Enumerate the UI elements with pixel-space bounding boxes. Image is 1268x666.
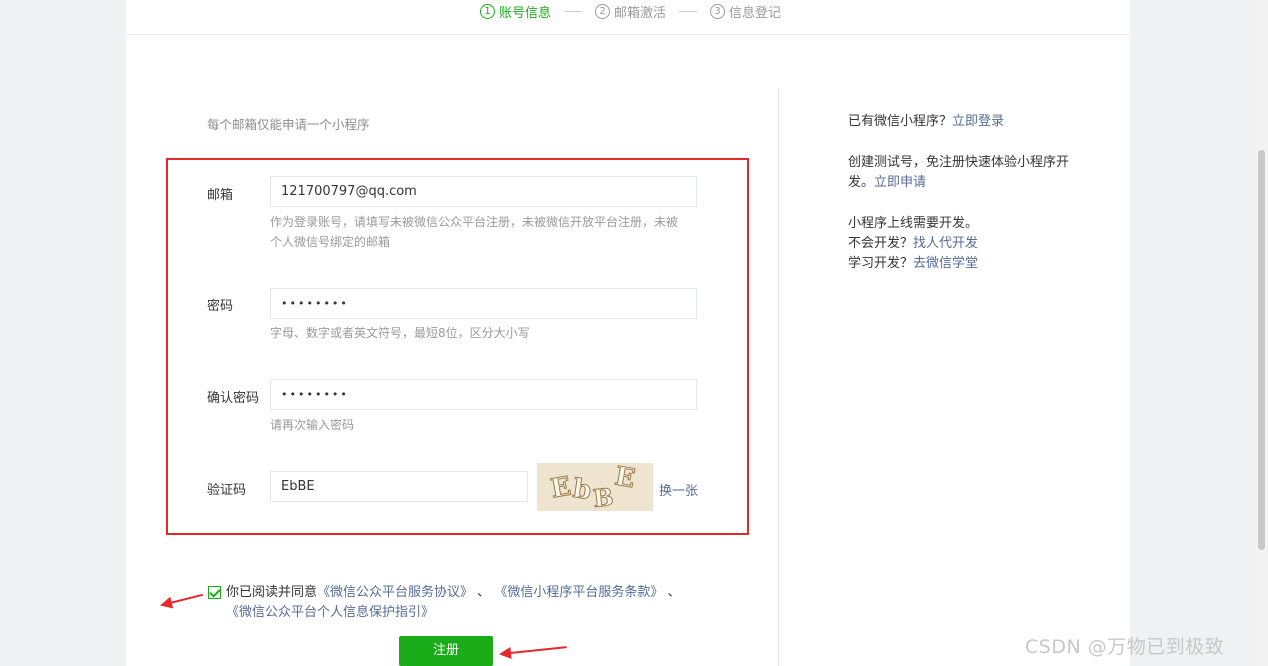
step-separator — [564, 10, 583, 12]
step-email-activation: 2 邮箱激活 — [595, 2, 666, 21]
captcha-char: E — [612, 463, 638, 495]
agreement-separator: 、 — [477, 585, 491, 600]
email-tip-line: 个人微信号绑定的邮箱 — [270, 235, 391, 249]
apply-test-link[interactable]: 立即申请 — [874, 175, 926, 190]
password-tip: 字母、数字或者英文符号，最短8位，区分大小写 — [270, 326, 530, 340]
step-info-registration: 3 信息登记 — [710, 2, 781, 21]
captcha-char: B — [591, 482, 615, 511]
step-label: 信息登记 — [729, 5, 782, 21]
email-label: 邮箱 — [207, 188, 234, 203]
scrollbar-thumb[interactable] — [1258, 150, 1265, 550]
step-number: 1 — [480, 3, 495, 19]
step-separator — [679, 10, 698, 12]
captcha-label: 验证码 — [207, 483, 247, 498]
sidebar-login: 已有微信小程序？立即登录 — [848, 112, 1004, 132]
form-hint: 每个邮箱仅能申请一个小程序 — [207, 117, 370, 132]
email-tip-line: 作为登录账号，请填写未被微信公众平台注册，未被微信开放平台注册，未被 — [270, 215, 679, 229]
agreement-prefix: 你已阅读并同意 — [226, 585, 318, 600]
confirm-password-tip: 请再次输入密码 — [270, 418, 355, 432]
email-field[interactable]: 121700797@qq.com — [270, 176, 697, 207]
login-link[interactable]: 立即登录 — [952, 114, 1004, 129]
miniprogram-terms-link[interactable]: 《微信小程序平台服务条款》 — [494, 585, 663, 600]
dev-info-text: 学习开发？ — [848, 256, 914, 271]
step-number: 3 — [710, 3, 726, 19]
password-field[interactable]: •••••••• — [270, 288, 697, 319]
scrollbar[interactable] — [1255, 0, 1268, 666]
register-button[interactable]: 注册 — [399, 636, 493, 666]
captcha-input[interactable]: EbBE — [270, 471, 528, 502]
step-account-info: 1 账号信息 — [480, 2, 551, 21]
step-progress: 1 账号信息 2 邮箱激活 3 信息登记 — [480, 2, 781, 21]
watermark: CSDN @万物已到极致 — [1025, 636, 1225, 658]
sidebar-development: 小程序上线需要开发。 不会开发？找人代开发 学习开发？去微信学堂 — [848, 214, 978, 274]
test-account-text: 发。 — [848, 175, 875, 190]
step-label: 账号信息 — [499, 5, 552, 21]
captcha-image[interactable]: E b B E — [537, 463, 653, 511]
email-tip: 作为登录账号，请填写未被微信公众平台注册，未被微信开放平台注册，未被 个人微信号… — [270, 212, 678, 252]
sidebar-test-account: 创建测试号，免注册快速体验小程序开 发。立即申请 — [848, 153, 1078, 193]
service-agreement-link[interactable]: 《微信公众平台服务协议》 — [317, 585, 473, 600]
dev-info-text: 不会开发？ — [848, 236, 914, 251]
change-captcha-link[interactable]: 换一张 — [659, 480, 698, 499]
captcha-char: b — [571, 473, 594, 507]
column-divider — [778, 88, 779, 666]
find-developer-link[interactable]: 找人代开发 — [913, 236, 978, 251]
confirm-password-field[interactable]: •••••••• — [270, 379, 697, 410]
header-divider — [126, 34, 1130, 35]
test-account-text: 创建测试号，免注册快速体验小程序开 — [848, 155, 1070, 170]
agreement-text: 你已阅读并同意《微信公众平台服务协议》 、 《微信小程序平台服务条款》 、 《微… — [226, 583, 701, 623]
wechat-academy-link[interactable]: 去微信学堂 — [913, 256, 978, 271]
step-number: 2 — [595, 3, 611, 19]
agreement-separator: 、 — [667, 585, 681, 600]
privacy-guide-link[interactable]: 《微信公众平台个人信息保护指引》 — [226, 605, 434, 620]
step-label: 邮箱激活 — [614, 5, 667, 21]
password-label: 密码 — [207, 299, 234, 314]
agree-checkbox[interactable] — [208, 586, 221, 599]
login-prompt: 已有微信小程序？ — [848, 114, 953, 129]
dev-info-text: 小程序上线需要开发。 — [848, 216, 979, 231]
captcha-char: E — [548, 471, 574, 505]
confirm-password-label: 确认密码 — [207, 391, 260, 406]
